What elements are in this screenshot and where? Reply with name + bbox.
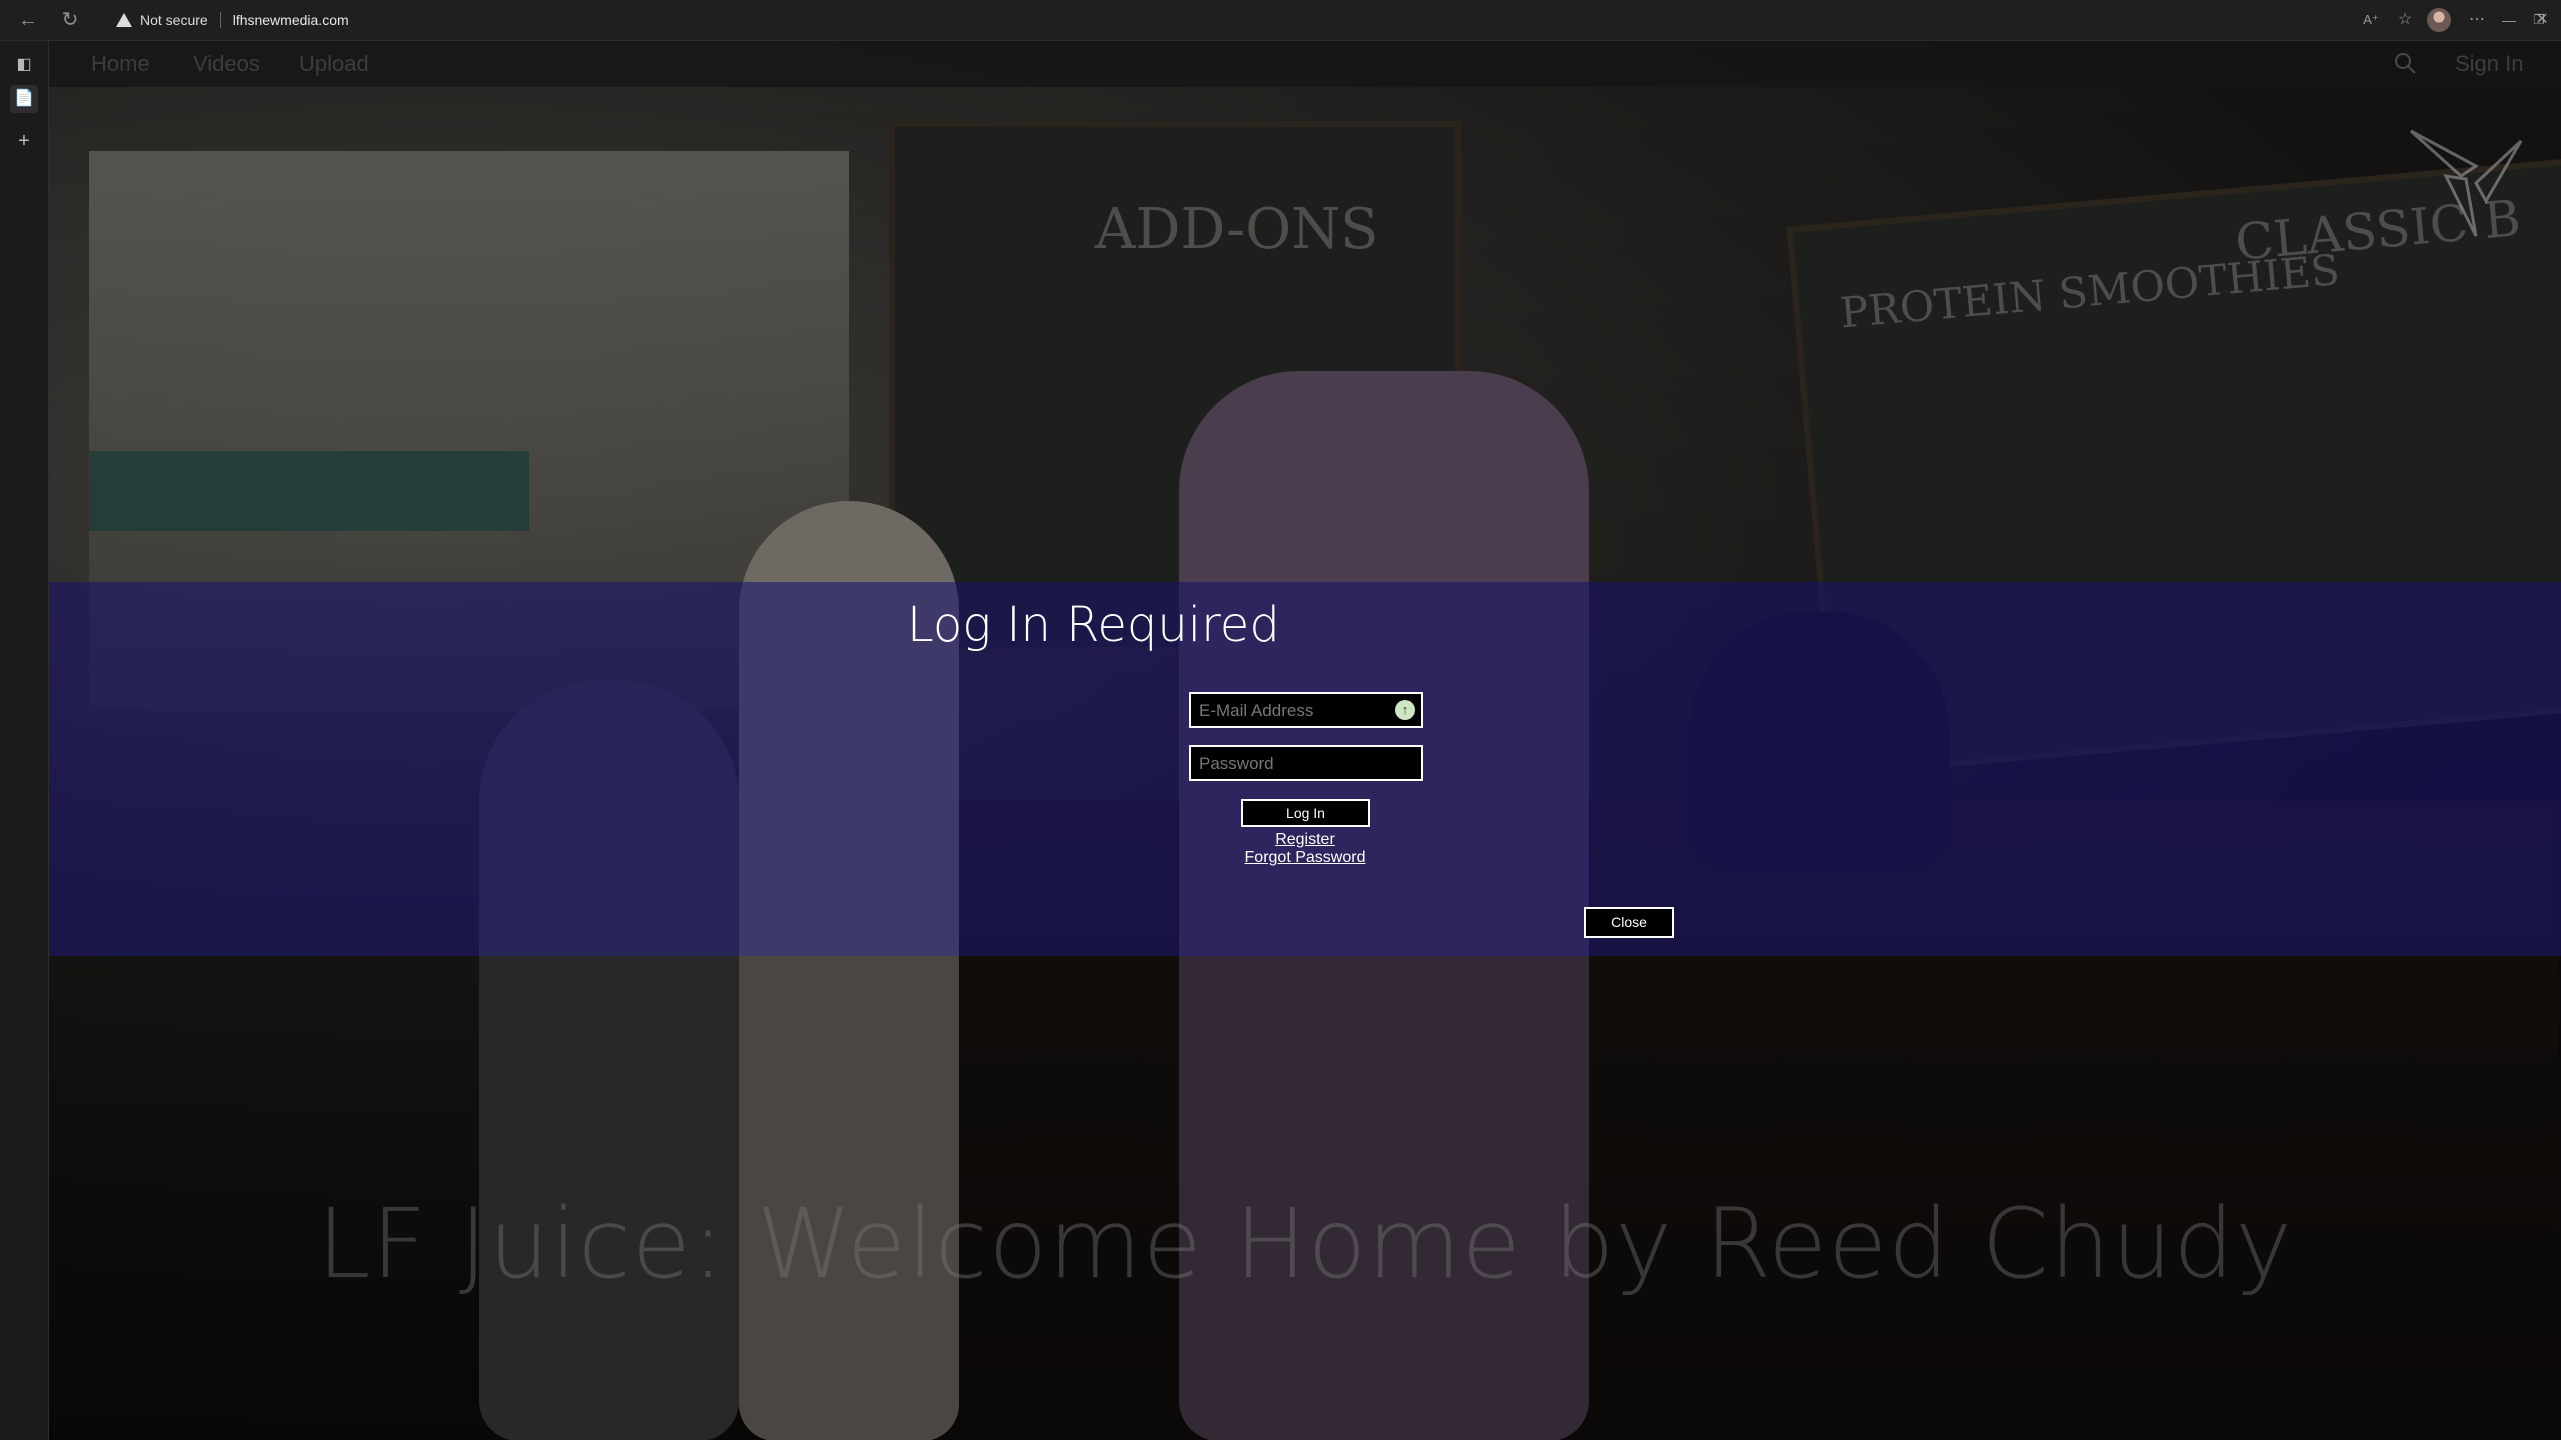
register-link[interactable]: Register: [1229, 831, 1381, 849]
video-title: LF Juice: Welcome Home by Reed Chudy: [316, 1188, 2294, 1300]
nav-home[interactable]: Home: [91, 51, 150, 77]
refresh-icon[interactable]: ↻: [56, 6, 84, 34]
email-field[interactable]: E-Mail Address ↑: [1189, 692, 1423, 728]
web-page: ADD-ONS PROTEIN SMOOTHIES CLASSIC B Home…: [49, 41, 2561, 1440]
close-button[interactable]: Close: [1584, 907, 1674, 938]
modal-title: Log In Required: [907, 597, 1280, 653]
back-icon[interactable]: ←: [14, 6, 42, 34]
read-aloud-icon[interactable]: A⁺: [2357, 6, 2385, 34]
password-placeholder: Password: [1199, 754, 1274, 773]
search-icon[interactable]: [2393, 51, 2417, 75]
site-logo-icon: [2409, 129, 2523, 237]
page-tab-icon[interactable]: 📄: [10, 85, 38, 113]
more-menu-icon[interactable]: ⋯: [2463, 6, 2491, 34]
security-label: Not secure: [140, 12, 208, 28]
nav-sign-in[interactable]: Sign In: [2455, 51, 2524, 77]
url-text: lfhsnewmedia.com: [232, 12, 349, 28]
forgot-password-link[interactable]: Forgot Password: [1209, 849, 1401, 867]
nav-videos[interactable]: Videos: [193, 51, 260, 77]
email-placeholder: E-Mail Address: [1199, 701, 1314, 720]
awning: [89, 451, 529, 531]
profile-avatar[interactable]: [2427, 8, 2451, 32]
address-bar[interactable]: Not secure lfhsnewmedia.com: [116, 8, 349, 32]
login-button[interactable]: Log In: [1241, 799, 1370, 827]
favorites-icon[interactable]: ☆: [2391, 6, 2419, 34]
close-window-icon[interactable]: ✕: [2528, 6, 2556, 34]
minimize-icon[interactable]: —: [2495, 6, 2523, 34]
browser-sidebar: ◧ 📄 +: [0, 41, 49, 1440]
browser-toolbar: ← ↻ Not secure lfhsnewmedia.com A⁺ ☆ ⋯ —…: [0, 0, 2561, 41]
tab-actions-icon[interactable]: ◧: [10, 51, 38, 79]
new-tab-icon[interactable]: +: [10, 127, 38, 155]
warning-icon: [116, 13, 132, 27]
nav-upload[interactable]: Upload: [299, 51, 369, 77]
password-field[interactable]: Password: [1189, 745, 1423, 781]
password-manager-icon[interactable]: ↑: [1395, 700, 1415, 720]
site-navbar: Home Videos Upload Sign In: [49, 41, 2561, 87]
